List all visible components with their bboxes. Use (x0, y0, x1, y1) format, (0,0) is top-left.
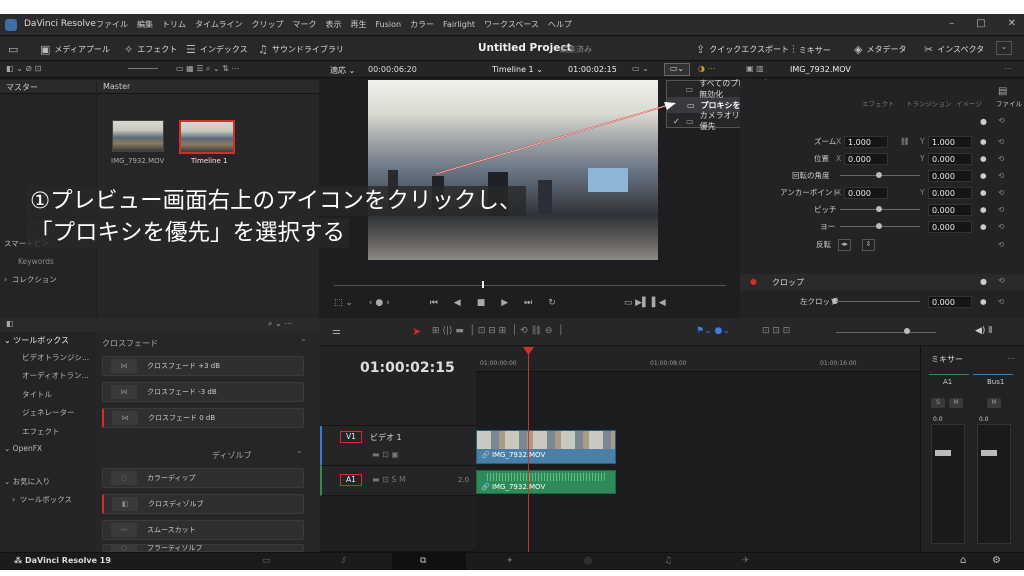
annotation-arrow (435, 102, 676, 175)
instruction-line-2: 「プロキシを優先」を選択する (26, 218, 350, 248)
instruction-line-1: ①プレビュー画面右上のアイコンをクリックし、 (26, 186, 526, 216)
resolve-window: DaVinci Resolve ファイル 編集 トリム タイムライン クリップ … (0, 14, 1024, 570)
